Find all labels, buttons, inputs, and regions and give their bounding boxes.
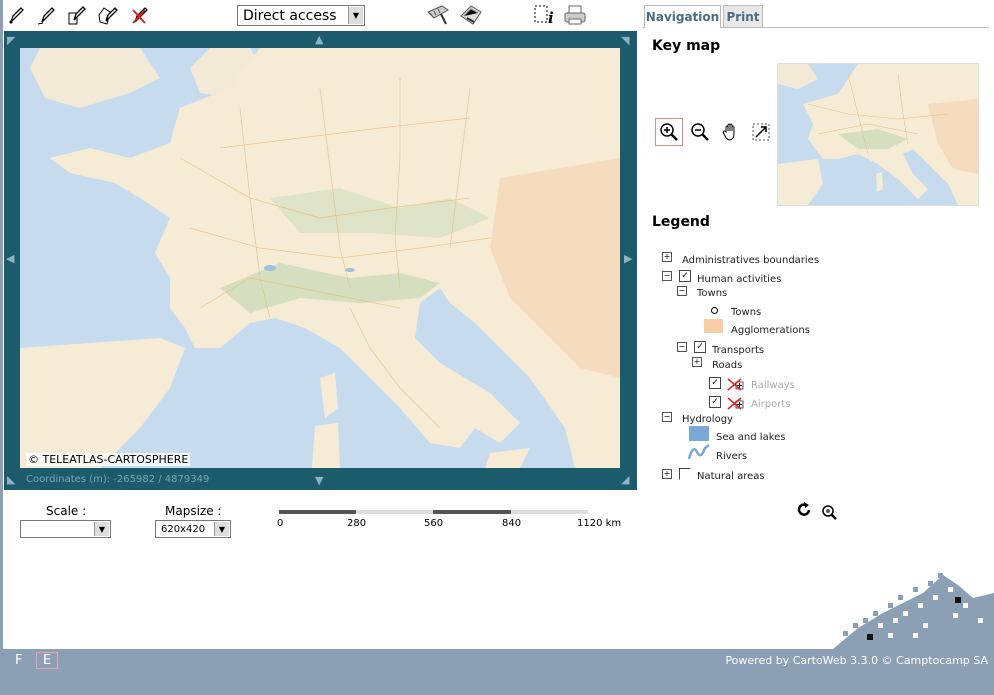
legend-towns: Towns [731,307,762,318]
scale-label: Scale : [46,504,87,518]
pencil-polygon-icon[interactable] [98,4,120,26]
pencil-delete-icon[interactable] [129,4,151,26]
scale-bar [279,510,588,514]
expand-icon[interactable]: + [662,469,672,479]
legend-agglomerations: Agglomerations [731,325,810,336]
coordinates-readout: Coordinates (m): -265982 / 4879349 [26,474,210,485]
tab-print-label: Print [726,9,760,24]
legend-airports: Airports [751,399,791,410]
legend-natural: Natural areas [697,471,765,482]
pencil-line-icon[interactable] [36,4,58,26]
agglomeration-swatch [704,319,723,333]
out-of-scale-icon [727,395,745,410]
pencil-point-icon[interactable] [6,4,28,26]
expand-icon[interactable]: + [692,357,702,367]
key-map-image [778,64,978,205]
svg-text:i: i [548,9,554,26]
footer: F E Powered by CartoWeb 3.3.0 © Camptoca… [3,649,994,695]
scalebar-tick: 1120 km [577,518,622,529]
pan-southeast-arrow[interactable]: ◢ [621,474,629,485]
legend-human: Human activities [697,274,782,285]
collapse-icon[interactable]: − [677,342,687,352]
lang-english-link[interactable]: E [36,652,59,669]
out-of-scale-icon [727,376,745,391]
pan-hand-icon[interactable] [719,120,743,144]
pan-northeast-arrow[interactable]: ◥ [621,35,629,46]
key-map[interactable] [777,63,979,206]
zoom-in-icon[interactable] [655,118,683,146]
expand-icon[interactable]: + [662,252,672,262]
legend-transports: Transports [712,345,765,356]
railways-checkbox[interactable]: ✓ [709,377,721,389]
tab-navigation-label: Navigation [645,10,720,24]
chevron-down-icon[interactable]: ▼ [214,522,229,536]
zoom-to-layer-icon[interactable] [820,503,838,521]
legend-sea: Sea and lakes [716,432,786,443]
tab-navigation[interactable]: Navigation [644,5,721,28]
pan-south-arrow[interactable]: ▼ [315,475,323,486]
river-icon [687,444,710,460]
scale-select[interactable]: ▼ [20,520,111,538]
camptocamp-logo [833,573,994,649]
legend-admin: Administratives boundaries [682,255,820,266]
sea-swatch [689,426,709,441]
legend-railways: Railways [751,380,795,391]
mapsize-label: Mapsize : [165,504,222,518]
collapse-icon[interactable]: − [662,271,672,281]
main-map[interactable]: © TELEATLAS-CARTOSPHERE [20,48,620,468]
mapsize-select[interactable]: 620x420 ▼ [155,520,231,538]
town-dot-icon [711,307,718,314]
full-extent-icon[interactable] [749,120,773,144]
powered-by-text: Powered by CartoWeb 3.3.0 © Camptocamp S… [725,654,988,667]
collapse-icon[interactable]: − [677,286,687,296]
mapsize-value: 620x420 [161,523,206,535]
lang-french-link[interactable]: F [15,653,22,668]
direct-access-select[interactable]: Direct access ▼ [237,5,365,26]
legend-rivers: Rivers [716,451,748,462]
human-activities-checkbox[interactable]: ✓ [679,270,691,282]
legend-towns-group: Towns [697,288,728,299]
scalebar-tick: 280 [347,518,367,529]
scalebar-tick: 0 [277,518,284,529]
zoom-out-icon[interactable] [688,120,712,144]
map-image [20,48,620,468]
legend-roads: Roads [712,360,743,371]
scalebar-tick: 560 [424,518,444,529]
airports-checkbox[interactable]: ✓ [709,396,721,408]
pan-northwest-arrow[interactable]: ◤ [7,35,15,46]
keymap-title: Key map [652,38,721,54]
refresh-icon[interactable] [795,501,813,519]
pan-east-arrow[interactable]: ▶ [624,253,632,264]
legend-title: Legend [652,214,710,230]
pan-southwest-arrow[interactable]: ◣ [7,474,15,485]
pan-west-arrow[interactable]: ◀ [6,253,14,264]
chevron-down-icon[interactable]: ▼ [94,522,109,536]
query-info-icon[interactable]: i [533,4,557,26]
natural-areas-checkbox[interactable] [679,468,691,480]
direct-access-value: Direct access [243,7,337,24]
left-border [0,0,3,695]
chevron-down-icon[interactable]: ▼ [348,7,363,24]
measure-distance-icon[interactable] [425,4,451,26]
map-copyright: © TELEATLAS-CARTOSPHERE [26,453,191,466]
pan-north-arrow[interactable]: ▲ [315,34,323,45]
collapse-icon[interactable]: − [662,412,672,422]
tab-print[interactable]: Print [723,5,763,27]
transports-checkbox[interactable]: ✓ [694,341,706,353]
print-icon[interactable] [562,4,588,26]
measure-area-icon[interactable] [458,4,484,26]
scalebar-tick: 840 [502,518,522,529]
legend-hydrology: Hydrology [682,414,733,425]
pencil-rect-icon[interactable] [67,4,89,26]
